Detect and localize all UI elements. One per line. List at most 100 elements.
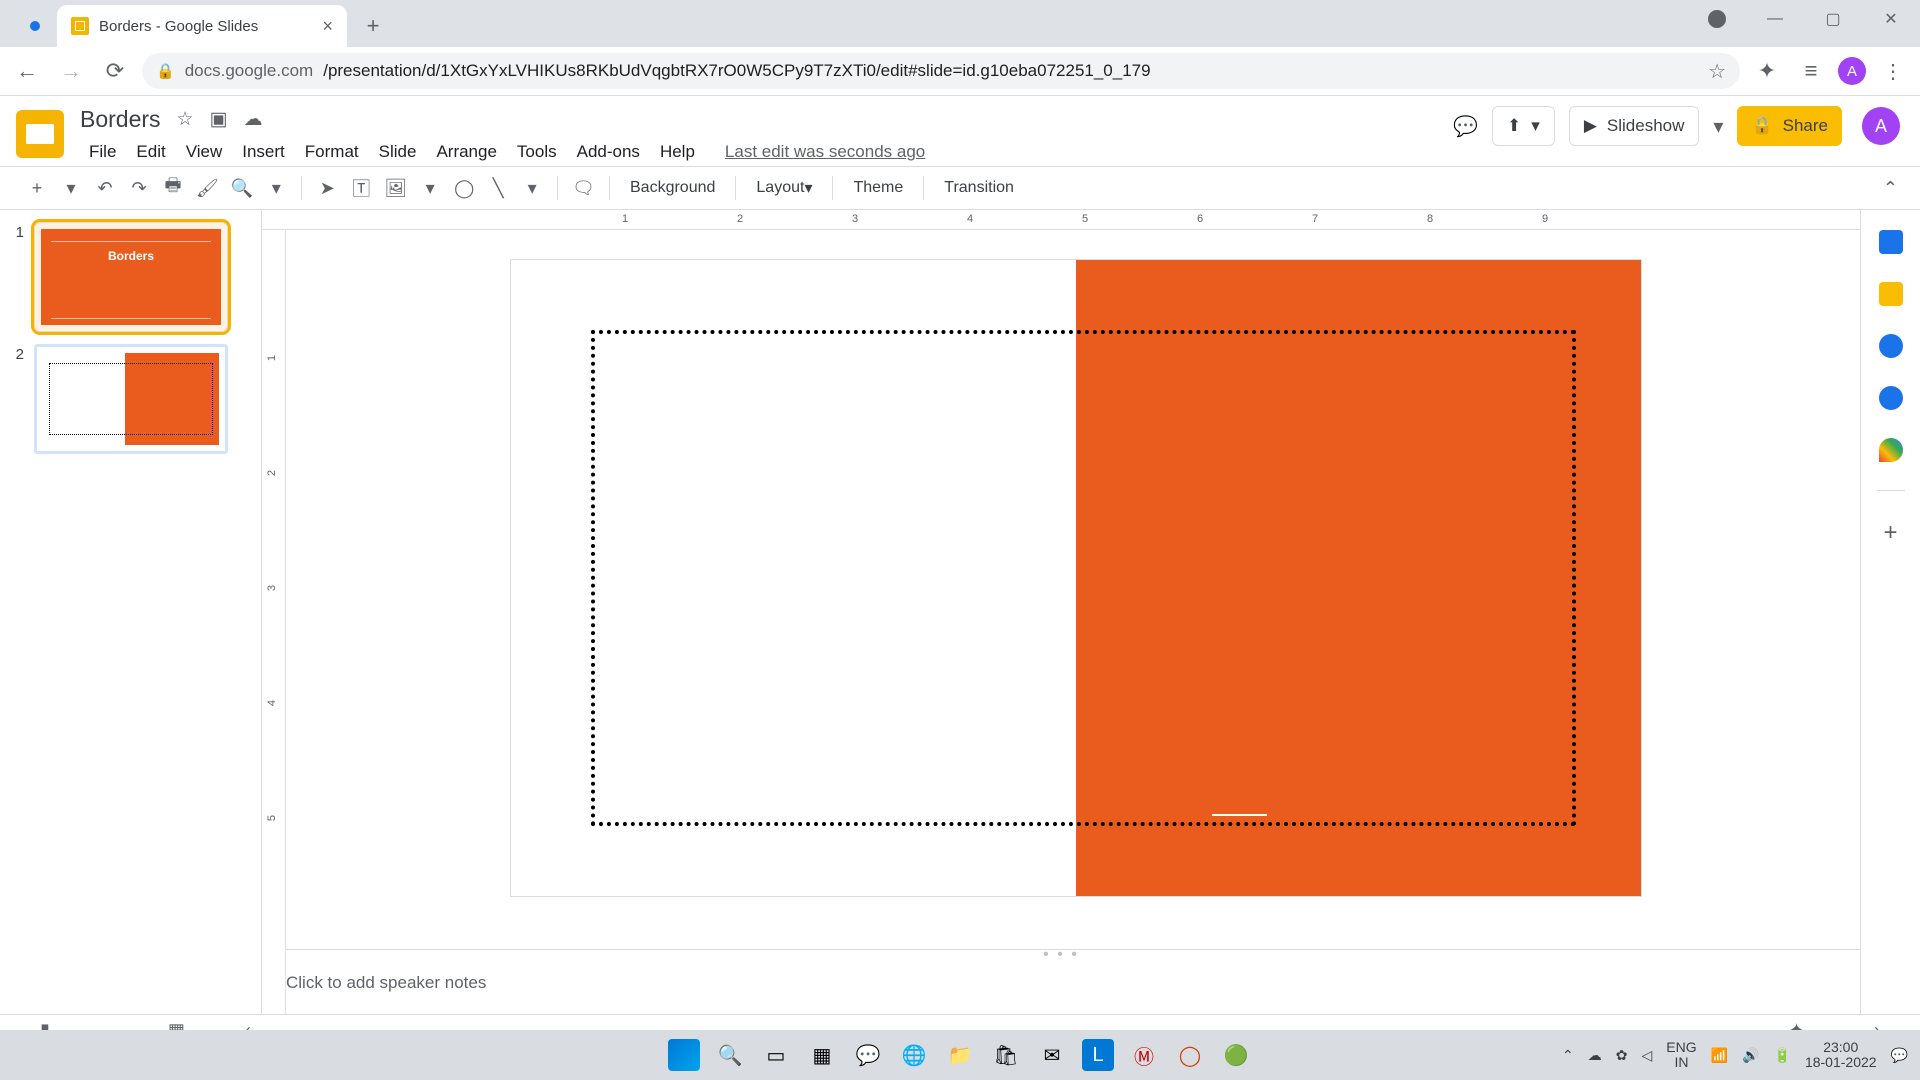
maps-icon[interactable] [1879, 438, 1903, 462]
share-button[interactable]: 🔒 Share [1737, 106, 1842, 146]
menu-edit[interactable]: Edit [127, 138, 174, 166]
new-tab-button[interactable]: + [355, 8, 391, 44]
forward-button[interactable]: → [54, 54, 88, 88]
menu-help[interactable]: Help [651, 138, 704, 166]
mcafee-icon[interactable]: Ⓜ [1128, 1039, 1160, 1071]
line-tool[interactable]: ╲ [483, 173, 513, 203]
last-edit-link[interactable]: Last edit was seconds ago [716, 138, 934, 166]
wifi-icon[interactable]: 📶 [1711, 1047, 1728, 1064]
notifications-icon[interactable]: 💬 [1891, 1047, 1908, 1064]
layout-button[interactable]: Layout ▾ [746, 173, 822, 203]
edge-icon[interactable]: 🌐 [898, 1039, 930, 1071]
present-up-icon: ⬆ [1507, 116, 1521, 136]
notes-drag-handle[interactable]: • • • [262, 949, 1860, 959]
start-icon[interactable] [668, 1039, 700, 1071]
chat-icon[interactable]: 💬 [852, 1039, 884, 1071]
shape-tool[interactable]: ◯ [449, 173, 479, 203]
tray-chevron-icon[interactable]: ⌃ [1562, 1047, 1574, 1064]
comments-icon[interactable]: 💬 [1453, 114, 1478, 139]
keep-icon[interactable] [1879, 282, 1903, 306]
calendar-icon[interactable] [1879, 230, 1903, 254]
slide-thumb-2[interactable] [34, 344, 228, 454]
location-icon[interactable]: ◁ [1642, 1047, 1653, 1064]
maximize-button[interactable]: ▢ [1804, 0, 1862, 38]
reload-button[interactable]: ⟳ [98, 54, 132, 88]
extensions-icon[interactable]: ✦ [1750, 54, 1784, 88]
tasks-icon[interactable] [1879, 334, 1903, 358]
menu-insert[interactable]: Insert [233, 138, 294, 166]
incognito-icon[interactable] [1688, 0, 1746, 38]
slide-white-line[interactable] [1212, 814, 1267, 816]
menu-addons[interactable]: Add-ons [568, 138, 649, 166]
account-avatar[interactable]: A [1862, 107, 1900, 145]
address-bar[interactable]: 🔒 docs.google.com /presentation/d/1XtGxY… [142, 53, 1740, 89]
profile-avatar[interactable]: A [1838, 57, 1866, 85]
search-icon[interactable]: 🔍 [714, 1039, 746, 1071]
tray-app-icon[interactable]: ✿ [1616, 1047, 1628, 1064]
notes-placeholder: Click to add speaker notes [286, 973, 486, 992]
line-dropdown[interactable]: ▾ [517, 173, 547, 203]
menu-view[interactable]: View [177, 138, 232, 166]
zoom-dropdown[interactable]: ▾ [261, 173, 291, 203]
menu-format[interactable]: Format [296, 138, 368, 166]
print-button[interactable]: 🖶 [158, 173, 188, 203]
chrome-menu-button[interactable]: ⋮ [1876, 59, 1910, 84]
store-icon[interactable]: 🛍 [990, 1039, 1022, 1071]
star-icon[interactable]: ☆ [177, 108, 194, 131]
widgets-icon[interactable]: ▦ [806, 1039, 838, 1071]
menu-slide[interactable]: Slide [370, 138, 426, 166]
minimize-button[interactable]: — [1746, 0, 1804, 38]
image-tool[interactable]: 🖼 [380, 173, 411, 203]
close-window-button[interactable]: ✕ [1862, 0, 1920, 38]
move-icon[interactable]: ▣ [210, 108, 228, 131]
present-dropdown[interactable]: ⬆ ▾ [1492, 106, 1555, 146]
new-slide-button[interactable]: + [22, 173, 52, 203]
language-indicator[interactable]: ENG IN [1666, 1040, 1696, 1071]
menu-tools[interactable]: Tools [508, 138, 566, 166]
menu-arrange[interactable]: Arrange [427, 138, 505, 166]
slides-logo-icon[interactable] [16, 110, 64, 158]
volume-icon[interactable]: 🔊 [1742, 1047, 1759, 1064]
ruler-tick: 2 [266, 470, 278, 476]
reading-list-icon[interactable]: ≡ [1794, 54, 1828, 88]
explorer-icon[interactable]: 📁 [944, 1039, 976, 1071]
image-dropdown[interactable]: ▾ [415, 173, 445, 203]
add-addon-button[interactable]: + [1883, 519, 1897, 547]
slide-stage[interactable] [262, 230, 1860, 949]
textbox-tool[interactable]: 🅃 [346, 173, 376, 203]
paint-format-button[interactable]: 🖌 [192, 173, 223, 203]
cloud-status-icon[interactable]: ☁ [244, 108, 263, 131]
menu-file[interactable]: File [80, 138, 125, 166]
transition-button[interactable]: Transition [934, 173, 1024, 203]
new-slide-dropdown[interactable]: ▾ [56, 173, 86, 203]
app-l-icon[interactable]: L [1082, 1039, 1114, 1071]
slideshow-button[interactable]: ▶ Slideshow [1569, 106, 1700, 146]
slideshow-caret-icon[interactable]: ▾ [1713, 114, 1723, 139]
undo-button[interactable]: ↶ [90, 173, 120, 203]
speaker-notes[interactable]: Click to add speaker notes [262, 959, 1860, 1014]
slide-thumb-1[interactable]: Borders [34, 222, 228, 332]
slide-dotted-border[interactable] [591, 330, 1576, 826]
slide-canvas[interactable] [511, 260, 1641, 896]
side-panel-separator [1877, 490, 1905, 491]
office-icon[interactable]: ◯ [1174, 1039, 1206, 1071]
onedrive-icon[interactable]: ☁ [1588, 1047, 1602, 1064]
battery-icon[interactable]: 🔋 [1774, 1047, 1791, 1064]
close-tab-icon[interactable]: × [322, 16, 333, 37]
theme-button[interactable]: Theme [843, 173, 913, 203]
taskview-icon[interactable]: ▭ [760, 1039, 792, 1071]
collapse-toolbar-icon[interactable]: ⌃ [1883, 178, 1898, 199]
select-tool[interactable]: ➤ [312, 173, 342, 203]
browser-tab[interactable]: Borders - Google Slides × [57, 5, 347, 47]
bookmark-star-icon[interactable]: ☆ [1708, 59, 1726, 84]
clock[interactable]: 23:00 18-01-2022 [1805, 1040, 1877, 1071]
zoom-button[interactable]: 🔍 [227, 173, 257, 203]
back-button[interactable]: ← [10, 54, 44, 88]
redo-button[interactable]: ↷ [124, 173, 154, 203]
background-button[interactable]: Background [620, 173, 725, 203]
contacts-icon[interactable] [1879, 386, 1903, 410]
chrome-taskbar-icon[interactable]: 🟢 [1220, 1039, 1252, 1071]
comment-button[interactable]: 🗨 [568, 173, 599, 203]
mail-icon[interactable]: ✉ [1036, 1039, 1068, 1071]
doc-title[interactable]: Borders [80, 106, 161, 133]
